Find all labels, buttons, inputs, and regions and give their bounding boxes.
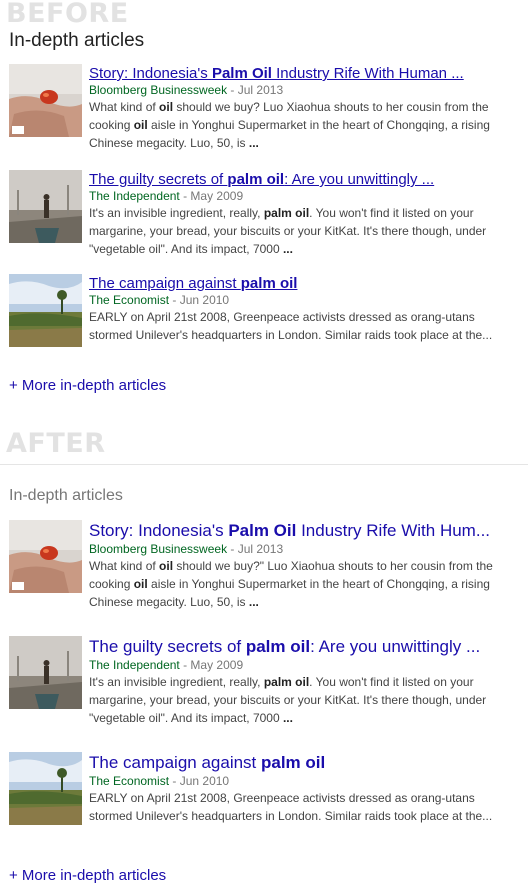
article-snippet: What kind of oil should we buy? Luo Xiao… <box>89 100 490 150</box>
article-snippet: What kind of oil should we buy?" Luo Xia… <box>89 559 493 609</box>
article-title-link[interactable]: The guilty secrets of palm oil: Are you … <box>89 170 521 189</box>
hand-holding-palm-fruit-thumbnail[interactable] <box>9 64 82 137</box>
plantation-landscape-thumbnail[interactable] <box>9 274 82 347</box>
article-snippet: EARLY on April 21st 2008, Greenpeace act… <box>89 310 493 342</box>
article-title-link[interactable]: Story: Indonesia's Palm Oil Industry Rif… <box>89 64 521 83</box>
article-date: - Jun 2010 <box>169 293 230 307</box>
article-source: The Economist - Jun 2010 <box>89 293 230 307</box>
more-articles-link[interactable]: + More in-depth articles <box>9 377 166 394</box>
section-divider <box>0 464 528 465</box>
article-result: Story: Indonesia's Palm Oil Industry Rif… <box>9 64 521 150</box>
article-date: - Jul 2013 <box>227 83 284 97</box>
article-title-link[interactable]: The campaign against palm oil <box>89 274 521 293</box>
article-title-link[interactable]: The guilty secrets of palm oil: Are you … <box>89 636 521 658</box>
section-heading: In-depth articles <box>9 487 123 504</box>
article-title-link[interactable]: The campaign against palm oil <box>89 752 521 774</box>
article-source: The Economist - Jun 2010 <box>89 774 230 788</box>
article-source: Bloomberg Businessweek - Jul 2013 <box>89 542 284 556</box>
article-result: Story: Indonesia's Palm Oil Industry Rif… <box>9 520 521 609</box>
article-source: Bloomberg Businessweek - Jul 2013 <box>89 83 284 97</box>
before-banner: BEFORE <box>6 0 129 29</box>
article-source: The Independent - May 2009 <box>89 189 244 203</box>
misty-swamp-boat-thumbnail[interactable] <box>9 636 82 709</box>
after-banner: AFTER <box>6 428 106 459</box>
article-title-link[interactable]: Story: Indonesia's Palm Oil Industry Rif… <box>89 520 521 542</box>
article-date: - Jul 2013 <box>227 542 284 556</box>
article-date: - Jun 2010 <box>169 774 230 788</box>
misty-swamp-boat-thumbnail[interactable] <box>9 170 82 243</box>
article-result: The guilty secrets of palm oil: Are you … <box>9 636 521 725</box>
article-source: The Independent - May 2009 <box>89 658 244 672</box>
more-articles-link[interactable]: + More in-depth articles <box>9 867 166 884</box>
article-snippet: It's an invisible ingredient, really, pa… <box>89 206 487 256</box>
plantation-landscape-thumbnail[interactable] <box>9 752 82 825</box>
article-date: - May 2009 <box>179 658 244 672</box>
article-result: The guilty secrets of palm oil: Are you … <box>9 170 521 256</box>
article-date: - May 2009 <box>179 189 244 203</box>
article-snippet: EARLY on April 21st 2008, Greenpeace act… <box>89 791 493 823</box>
section-heading: In-depth articles <box>9 30 145 51</box>
article-result: The campaign against palm oil The Economi… <box>9 274 521 358</box>
article-result: The campaign against palm oil The Economi… <box>9 752 521 836</box>
hand-holding-palm-fruit-thumbnail[interactable] <box>9 520 82 593</box>
article-snippet: It's an invisible ingredient, really, pa… <box>89 675 487 725</box>
